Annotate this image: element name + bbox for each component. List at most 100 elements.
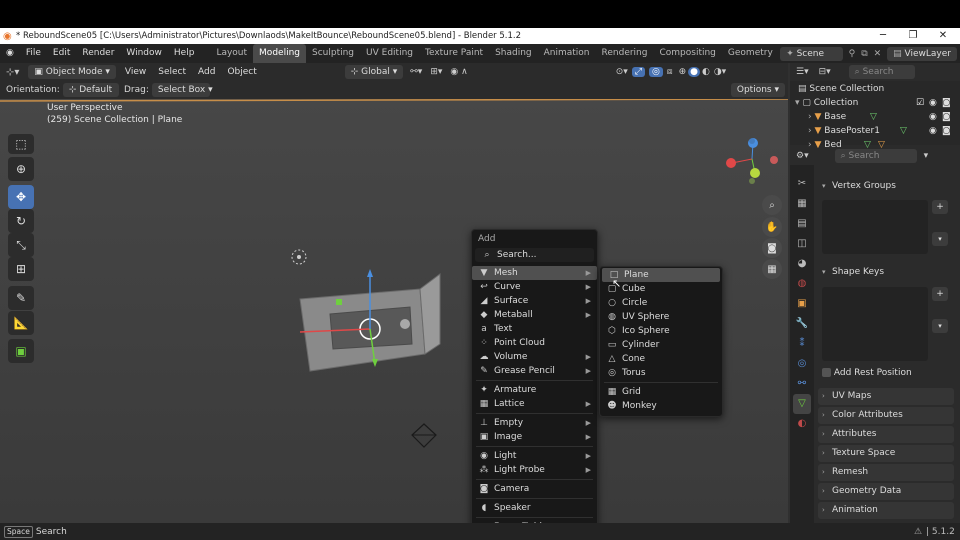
shading-solid-icon[interactable]: ● xyxy=(688,67,700,77)
gizmo-toggle-icon[interactable]: ⤢ xyxy=(631,67,645,77)
outliner-scene-collection[interactable]: ▤ Scene Collection xyxy=(798,82,960,96)
xray-icon[interactable]: ⧈ xyxy=(663,67,677,77)
vertex-groups-list[interactable] xyxy=(822,200,928,254)
tab-sculpting[interactable]: Sculpting xyxy=(306,44,360,63)
eye-icon[interactable]: ◉ xyxy=(929,124,937,138)
modifier-tab-icon[interactable]: 🔧 xyxy=(793,314,811,334)
menu-help[interactable]: Help xyxy=(168,44,201,63)
menu-add[interactable]: Add xyxy=(192,63,221,82)
tab-geometry-nodes[interactable]: Geometry Node xyxy=(722,44,776,63)
add-menu-item-speaker[interactable]: ◖ Speaker xyxy=(472,501,597,515)
panel-uv-maps[interactable]: › UV Maps xyxy=(818,388,954,405)
tool-annotate[interactable]: ✎ xyxy=(8,286,34,310)
properties-search[interactable]: ⌕ Search xyxy=(834,149,917,163)
eye-icon[interactable]: ◉ xyxy=(929,96,937,110)
material-tab-icon[interactable]: ◐ xyxy=(793,414,811,434)
camera-icon[interactable]: ◙ xyxy=(942,110,951,124)
add-menu-item-camera[interactable]: ◙ Camera xyxy=(472,482,597,496)
new-scene-icon[interactable]: ⧉ xyxy=(858,49,870,59)
add-menu-item-grease-pencil[interactable]: ✎ Grease Pencil ▶ xyxy=(472,364,597,378)
add-menu-item-volume[interactable]: ☁ Volume ▶ xyxy=(472,350,597,364)
object-tab-icon[interactable]: ▣ xyxy=(793,294,811,314)
mesh-item-monkey[interactable]: ☻ Monkey xyxy=(600,399,722,413)
panel-shape-keys[interactable]: ▾ Shape Keys xyxy=(818,264,954,281)
outliner-item-base[interactable]: › ▼ Base ▽ ◉ ◙ xyxy=(808,110,960,124)
visibility-icon[interactable]: ⊙▾ xyxy=(612,67,632,77)
mesh-item-cone[interactable]: △ Cone xyxy=(600,352,722,366)
camera-icon[interactable]: ◙ xyxy=(942,124,951,138)
add-menu-item-mesh[interactable]: ▼ Mesh ▶ xyxy=(472,266,597,280)
add-menu-item-surface[interactable]: ◢ Surface ▶ xyxy=(472,294,597,308)
view-layer-selector[interactable]: ▤ ViewLayer xyxy=(887,46,957,61)
add-menu-item-light-probe[interactable]: ⁂ Light Probe ▶ xyxy=(472,463,597,477)
world-tab-icon[interactable]: ◍ xyxy=(793,274,811,294)
add-menu-item-lattice[interactable]: ▦ Lattice ▶ xyxy=(472,397,597,411)
tool-rotate[interactable]: ↻ xyxy=(8,209,34,233)
blender-menu-icon[interactable]: ◉ xyxy=(0,44,20,63)
panel-attributes[interactable]: › Attributes xyxy=(818,426,954,443)
panel-animation[interactable]: › Animation xyxy=(818,502,954,519)
outliner-search[interactable]: ⌕ Search xyxy=(848,65,915,79)
menu-window[interactable]: Window xyxy=(120,44,168,63)
tab-layout[interactable]: Layout xyxy=(210,44,253,63)
panel-color-attributes[interactable]: › Color Attributes xyxy=(818,407,954,424)
menu-render[interactable]: Render xyxy=(76,44,120,63)
pivot-icon[interactable]: ⚯▾ xyxy=(406,67,426,77)
eye-icon[interactable]: ◉ xyxy=(929,110,937,124)
outliner-item-baseposter1[interactable]: › ▼ BasePoster1 ▽ ◉ ◙ xyxy=(808,124,960,138)
shading-material-icon[interactable]: ◐ xyxy=(700,67,712,77)
pan-hand-icon[interactable]: ✋ xyxy=(762,217,782,237)
mesh-item-cylinder[interactable]: ▭ Cylinder xyxy=(600,338,722,352)
tool-move[interactable]: ✥ xyxy=(8,185,34,209)
scene-selector[interactable]: ✦ Scene xyxy=(780,46,843,61)
add-menu-item-point-cloud[interactable]: ⁘ Point Cloud xyxy=(472,336,597,350)
remove-scene-icon[interactable]: ✕ xyxy=(871,49,885,59)
add-menu-item-metaball[interactable]: ◆ Metaball ▶ xyxy=(472,308,597,322)
tool-add-cube[interactable]: ▣ xyxy=(8,339,34,363)
mesh-item-torus[interactable]: ◎ Torus xyxy=(600,366,722,380)
tab-shading[interactable]: Shading xyxy=(489,44,538,63)
tool-measure[interactable]: 📐 xyxy=(8,311,34,335)
panel-geometry-data[interactable]: › Geometry Data xyxy=(818,483,954,500)
overlay-toggle-icon[interactable]: ◎ xyxy=(648,67,663,77)
options-dropdown[interactable]: Options ▾ xyxy=(730,83,785,97)
snap-icon[interactable]: ⊞▾ xyxy=(426,67,446,77)
tab-rendering[interactable]: Rendering xyxy=(596,44,654,63)
shading-rendered-icon[interactable]: ◑▾ xyxy=(712,67,728,77)
mode-selector[interactable]: ▣ Object Mode ▾ xyxy=(28,65,116,79)
shape-keys-list[interactable] xyxy=(822,287,928,361)
menu-object[interactable]: Object xyxy=(221,63,262,82)
view-layer-tab-icon[interactable]: ◫ xyxy=(793,234,811,254)
menu-view[interactable]: View xyxy=(119,63,152,82)
add-menu-search[interactable]: ⌕ Search... xyxy=(475,248,594,262)
outliner-item-bed[interactable]: › ▼ Bed ▽ ▽ xyxy=(808,138,960,148)
mesh-item-uv-sphere[interactable]: ◍ UV Sphere xyxy=(600,310,722,324)
tab-compositing[interactable]: Compositing xyxy=(653,44,721,63)
tab-animation[interactable]: Animation xyxy=(538,44,596,63)
shape-key-menu-icon[interactable]: ▾ xyxy=(932,319,948,333)
proportional-edit-icon[interactable]: ◉ ∧ xyxy=(446,67,471,77)
tab-modeling[interactable]: Modeling xyxy=(253,44,306,63)
panel-remesh[interactable]: › Remesh xyxy=(818,464,954,481)
panel-vertex-groups[interactable]: ▾ Vertex Groups xyxy=(818,178,954,195)
mesh-item-grid[interactable]: ▦ Grid xyxy=(600,385,722,399)
3d-viewport[interactable]: User Perspective (259) Scene Collection … xyxy=(0,99,788,523)
minimize-button[interactable]: ─ xyxy=(868,28,898,44)
vertex-group-add-icon[interactable]: + xyxy=(932,200,948,214)
maximize-button[interactable]: ❐ xyxy=(898,28,928,44)
panel-texture-space[interactable]: › Texture Space xyxy=(818,445,954,462)
outliner-item-collection[interactable]: ▾ ▢ Collection ☑ ◉ ◙ xyxy=(795,96,960,110)
camera-icon[interactable]: ◙ xyxy=(942,96,951,110)
add-menu-item-image[interactable]: ▣ Image ▶ xyxy=(472,430,597,444)
physics-tab-icon[interactable]: ◎ xyxy=(793,354,811,374)
mesh-item-circle[interactable]: ○ Circle xyxy=(600,296,722,310)
checkbox-icon[interactable]: ☑ xyxy=(916,96,924,110)
add-menu-item-light[interactable]: ◉ Light ▶ xyxy=(472,449,597,463)
tab-texture-paint[interactable]: Texture Paint xyxy=(419,44,489,63)
add-rest-position-checkbox[interactable]: Add Rest Position xyxy=(822,367,912,379)
tool-scale[interactable]: ⤡ xyxy=(8,233,34,257)
menu-edit[interactable]: Edit xyxy=(47,44,76,63)
mesh-item-ico-sphere[interactable]: ⬡ Ico Sphere xyxy=(600,324,722,338)
properties-options-icon[interactable]: ▾ xyxy=(920,151,933,161)
add-menu-item-curve[interactable]: ↩ Curve ▶ xyxy=(472,280,597,294)
